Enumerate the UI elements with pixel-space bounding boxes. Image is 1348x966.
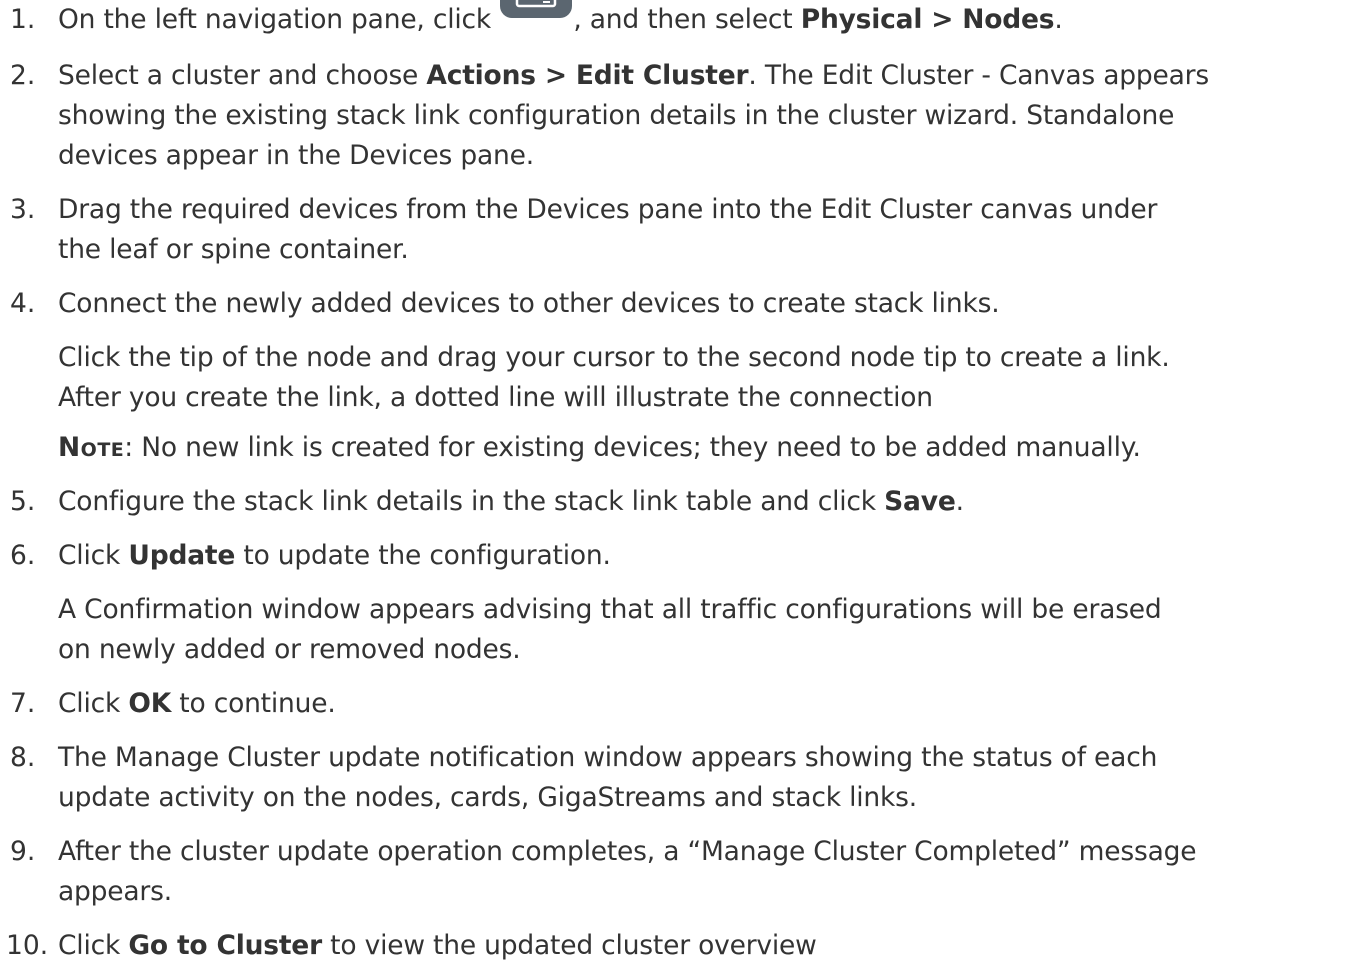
step-2-line-2: showing the existing stack link configur… — [58, 100, 1175, 131]
step-2-line-3: devices appear in the Devices pane. — [58, 140, 534, 171]
step-6-para-line-2: on newly added or removed nodes. — [58, 634, 521, 665]
step-6-para-line-1: A Confirmation window appears advising t… — [58, 594, 1162, 625]
step-3-line-2: the leaf or spine container. — [58, 234, 409, 265]
step-number: 9. — [10, 836, 36, 867]
step-number: 7. — [10, 688, 36, 719]
step-4-note: Note: No new link is created for existin… — [58, 428, 1141, 468]
step-8-line-2: update activity on the nodes, cards, Gig… — [58, 782, 917, 813]
step-4-para-line-1: Click the tip of the node and drag your … — [58, 342, 1170, 373]
step-number: 4. — [10, 288, 36, 319]
note-text: : No new link is created for existing de… — [124, 432, 1141, 463]
step-number: 6. — [10, 540, 36, 571]
step-5-text: Configure the stack link details in the … — [58, 486, 964, 517]
step-8-line-1: The Manage Cluster update notification w… — [58, 742, 1158, 773]
step-4-line-1: Connect the newly added devices to other… — [58, 288, 1000, 319]
procedure-document: 1. On the left navigation pane, click , … — [0, 0, 1348, 961]
step-number: 8. — [10, 742, 36, 773]
step-6-text: Click Update to update the configuration… — [58, 540, 611, 571]
step-3-line-1: Drag the required devices from the Devic… — [58, 194, 1158, 225]
step-number: 2. — [10, 60, 36, 91]
step-9-line-1: After the cluster update operation compl… — [58, 836, 1197, 867]
step-1-text: On the left navigation pane, click , and… — [58, 0, 1063, 40]
step-number: 3. — [10, 194, 36, 225]
note-label: Note — [58, 432, 125, 463]
step-10-text: Click Go to Cluster to view the updated … — [58, 930, 817, 961]
step-number: 1. — [10, 4, 36, 35]
inventory-icon — [499, 0, 573, 20]
step-number: 5. — [10, 486, 36, 517]
step-number: 10. — [6, 930, 49, 961]
step-4-para-line-2: After you create the link, a dotted line… — [58, 382, 933, 413]
step-2-line-1: Select a cluster and choose Actions > Ed… — [58, 60, 1209, 91]
step-7-text: Click OK to continue. — [58, 688, 336, 719]
step-9-line-2: appears. — [58, 876, 172, 907]
